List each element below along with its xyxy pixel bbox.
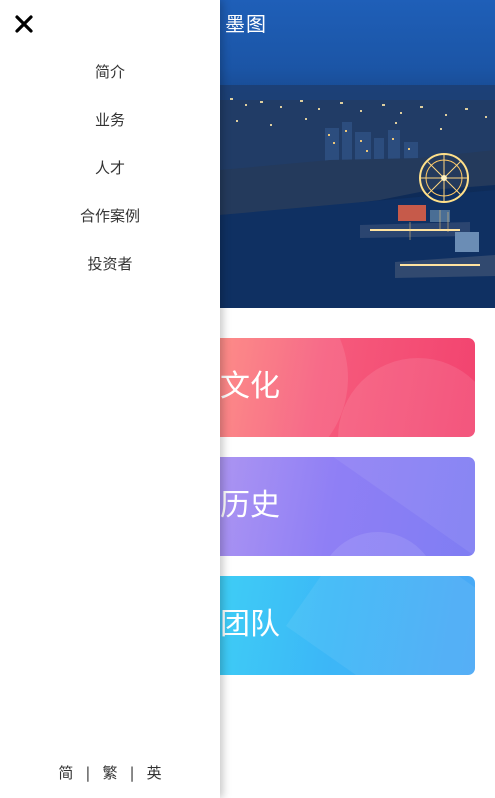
culture-card[interactable]: 文化 (188, 338, 475, 437)
menu-item-intro[interactable]: 简介 (0, 48, 220, 96)
language-switcher: 简 | 繁 | 英 (0, 760, 220, 786)
lang-traditional[interactable]: 繁 (102, 760, 117, 786)
menu-item-business[interactable]: 业务 (0, 96, 220, 144)
team-card-label: 团队 (220, 607, 280, 642)
menu-item-talent[interactable]: 人才 (0, 144, 220, 192)
team-card[interactable]: 团队 (188, 576, 475, 675)
lang-english[interactable]: 英 (147, 760, 162, 786)
history-card-label: 历史 (220, 488, 280, 523)
lang-separator: | (129, 764, 135, 782)
side-drawer: 简介 业务 人才 合作案例 投资者 简 | 繁 | 英 (0, 0, 220, 798)
menu-item-investors[interactable]: 投资者 (0, 240, 220, 288)
menu-item-cases[interactable]: 合作案例 (0, 192, 220, 240)
lang-simplified[interactable]: 简 (58, 760, 73, 786)
culture-card-label: 文化 (220, 369, 280, 404)
close-icon[interactable] (14, 14, 34, 34)
brand-title: 墨图 (225, 12, 267, 36)
history-card[interactable]: 历史 (188, 457, 475, 556)
lang-separator: | (85, 764, 91, 782)
drawer-menu: 简介 业务 人才 合作案例 投资者 (0, 48, 220, 288)
